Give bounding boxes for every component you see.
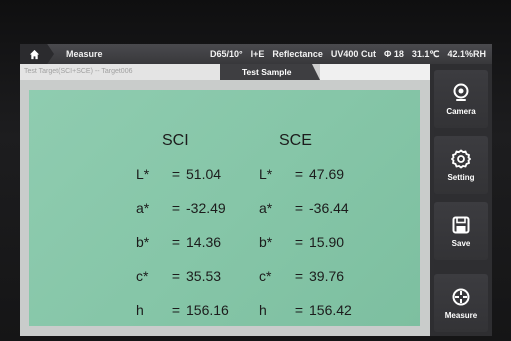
row-equals: =	[294, 302, 304, 318]
right-sidebar: Camera Setting Save Measure	[430, 64, 492, 336]
row-equals: =	[171, 302, 181, 318]
row-equals: =	[171, 200, 181, 216]
setting-button[interactable]: Setting	[434, 136, 488, 194]
sce-header: SCE	[279, 132, 312, 149]
sce-row-h: h = 156.42	[259, 302, 352, 318]
sci-header: SCI	[162, 132, 189, 149]
tab-row-filler	[320, 64, 430, 80]
row-equals: =	[171, 166, 181, 182]
home-button[interactable]	[20, 44, 54, 64]
row-equals: =	[171, 268, 181, 284]
illuminant-indicator: D65/10°	[210, 49, 243, 59]
row-label: L*	[136, 166, 150, 182]
row-label: c*	[259, 268, 272, 284]
uv-indicator: UV400 Cut	[330, 49, 376, 59]
temperature-indicator: 31.1℃	[411, 49, 440, 59]
sci-value: 35.53	[186, 268, 222, 284]
tab-test-target[interactable]: Test Target(SCI+SCE) -- Target006	[20, 64, 220, 80]
measure-button[interactable]: Measure	[434, 274, 488, 332]
color-result-panel: SCI SCE L* = 51.04 L* = 47.69 a* = -32.49 a* = -…	[29, 90, 420, 326]
aperture-indicator: Φ 18	[383, 49, 404, 59]
row-label: b*	[259, 234, 273, 250]
sce-value: 15.90	[309, 234, 345, 250]
row-equals: =	[171, 234, 181, 250]
row-label: a*	[136, 200, 150, 216]
screen: Measure D65/10° I+E Reflectance UV400 Cu…	[20, 44, 492, 336]
status-indicators: D65/10° I+E Reflectance UV400 Cut Φ 18 3…	[210, 49, 486, 60]
save-button[interactable]: Save	[434, 202, 488, 260]
geometry-indicator: I+E	[250, 49, 265, 59]
camera-label: Camera	[446, 106, 476, 116]
row-equals: =	[294, 200, 304, 216]
row-label: c*	[136, 268, 149, 284]
row-equals: =	[294, 166, 304, 182]
sce-value: 156.42	[309, 302, 352, 318]
camera-button[interactable]: Camera	[434, 70, 488, 128]
main-content: SCI SCE L* = 51.04 L* = 47.69 a* = -32.49 a* = -…	[20, 80, 430, 336]
sci-row-b: b* = 14.36	[136, 234, 221, 250]
sci-value: -32.49	[186, 200, 226, 216]
sci-row-l: L* = 51.04	[136, 166, 221, 182]
sce-value: 39.76	[309, 268, 345, 284]
device-frame: Measure D65/10° I+E Reflectance UV400 Cu…	[0, 0, 511, 341]
sce-row-b: b* = 15.90	[259, 234, 344, 250]
row-equals: =	[294, 234, 304, 250]
row-equals: =	[294, 268, 304, 284]
tab-row: Test Target(SCI+SCE) -- Target006 Test S…	[20, 64, 430, 80]
sce-row-c: c* = 39.76	[259, 268, 344, 284]
camera-icon	[453, 83, 469, 101]
row-label: h	[259, 302, 267, 318]
setting-label: Setting	[447, 172, 475, 182]
row-label: a*	[259, 200, 273, 216]
sci-value: 51.04	[186, 166, 222, 182]
sci-value: 14.36	[186, 234, 222, 250]
sci-row-h: h = 156.16	[136, 302, 229, 318]
sci-row-c: c* = 35.53	[136, 268, 221, 284]
tab-test-sample[interactable]: Test Sample	[220, 64, 320, 80]
humidity-indicator: 42.1%RH	[447, 49, 486, 59]
row-label: L*	[259, 166, 273, 182]
status-bar: Measure D65/10° I+E Reflectance UV400 Cu…	[20, 44, 492, 64]
save-icon	[452, 216, 470, 233]
row-label: b*	[136, 234, 150, 250]
sce-row-a: a* = -36.44	[259, 200, 349, 216]
measure-label: Measure	[444, 310, 478, 320]
save-label: Save	[451, 238, 471, 248]
breadcrumb-measure[interactable]: Measure	[66, 49, 103, 59]
crosshair-icon	[452, 288, 470, 305]
sci-row-a: a* = -32.49	[136, 200, 226, 216]
sce-row-l: L* = 47.69	[259, 166, 344, 182]
sce-value: 47.69	[309, 166, 345, 182]
home-icon	[29, 49, 40, 59]
sci-value: 156.16	[186, 302, 229, 318]
row-label: h	[136, 302, 144, 318]
sce-value: -36.44	[309, 200, 349, 216]
gear-icon	[451, 148, 471, 169]
mode-indicator: Reflectance	[272, 49, 323, 59]
